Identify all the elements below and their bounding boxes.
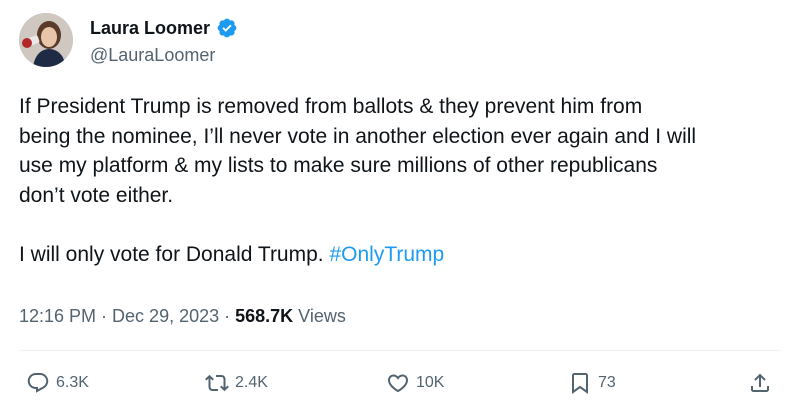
tweet-meta: 12:16 PM · Dec 29, 2023 · 568.7K Views — [19, 303, 346, 329]
views-label: Views — [293, 306, 346, 326]
bookmark-button[interactable]: 73 — [568, 366, 616, 400]
views-count: 568.7K — [235, 306, 294, 326]
reply-count: 6.3K — [56, 374, 89, 391]
verified-badge-icon — [217, 18, 237, 38]
bookmark-icon — [572, 373, 588, 394]
author-display-name[interactable]: Laura Loomer — [90, 16, 210, 40]
bookmark-count: 73 — [598, 374, 616, 391]
like-button[interactable]: 10K — [386, 366, 444, 400]
avatar-image — [19, 13, 73, 67]
meta-separator: · — [96, 306, 113, 326]
repost-count: 2.4K — [235, 374, 268, 391]
avatar[interactable] — [19, 13, 73, 67]
reply-button[interactable]: 6.3K — [26, 366, 89, 400]
tweet-line: If President Trump is removed from ballo… — [19, 95, 643, 118]
tweet-text: If President Trump is removed from ballo… — [19, 92, 779, 269]
tweet-card: Laura Loomer @LauraLoomer If President T… — [0, 0, 800, 409]
tweet-line: I will only vote for Donald Trump. #Only… — [19, 240, 779, 270]
tweet-line: use my platform & my lists to make sure … — [19, 154, 658, 177]
meta-separator: · — [219, 306, 236, 326]
author-name-row: Laura Loomer — [90, 16, 238, 40]
action-bar: 6.3K 2.4K 10K 73 — [0, 366, 800, 400]
tweet-line-text: I will only vote for Donald Trump. — [19, 242, 330, 266]
tweet-date[interactable]: Dec 29, 2023 — [112, 306, 219, 326]
author-handle[interactable]: @LauraLoomer — [90, 43, 215, 67]
reply-icon — [27, 373, 49, 393]
tweet-line: being the nominee, I’ll never vote in an… — [19, 124, 697, 148]
tweet-time[interactable]: 12:16 PM — [19, 306, 96, 326]
heart-icon — [387, 374, 409, 393]
repost-button[interactable]: 2.4K — [205, 366, 268, 400]
hashtag-link[interactable]: #OnlyTrump — [329, 243, 444, 266]
share-icon — [751, 373, 769, 392]
share-button[interactable] — [748, 366, 772, 400]
divider — [19, 350, 781, 351]
like-count: 10K — [416, 374, 445, 391]
repost-icon — [205, 374, 229, 392]
tweet-line: don’t vote either. — [19, 183, 174, 207]
